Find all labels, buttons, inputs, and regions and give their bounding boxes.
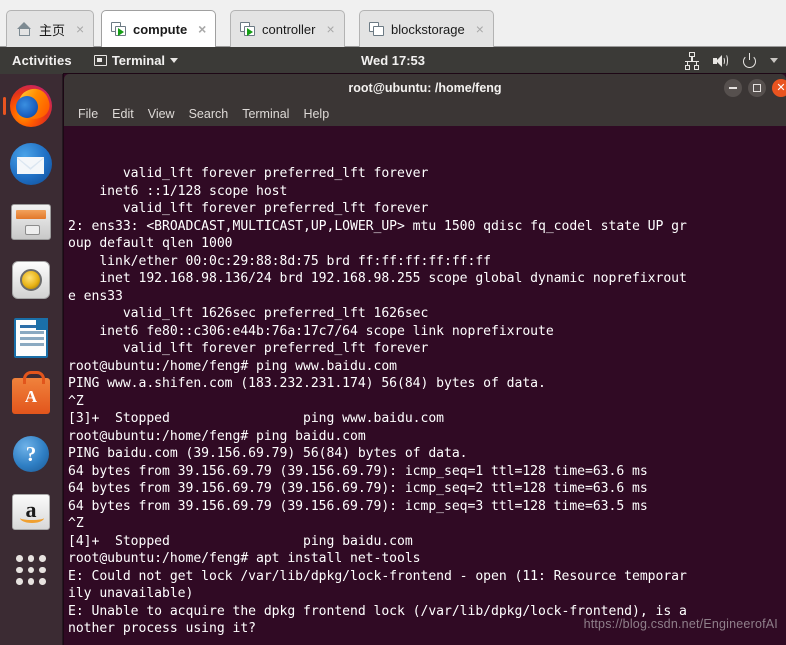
- terminal-line: valid_lft forever preferred_lft forever: [68, 166, 429, 181]
- terminal-line: 64 bytes from 39.156.69.79 (39.156.69.79…: [68, 481, 648, 496]
- chevron-down-icon: [170, 58, 179, 63]
- tab-close-blockstorage[interactable]: ×: [473, 22, 487, 36]
- rhythmbox-icon: [12, 261, 50, 299]
- terminal-line: e ens33: [68, 288, 123, 304]
- terminal-icon: [93, 55, 107, 66]
- minimize-button[interactable]: [724, 79, 742, 97]
- menu-edit[interactable]: Edit: [112, 107, 134, 121]
- thunderbird-icon: [10, 143, 52, 185]
- maximize-button[interactable]: [748, 79, 766, 97]
- terminal-scrollback: valid_lft forever preferred_lft forever …: [68, 165, 784, 638]
- terminal-line: inet6 fe80::c306:e44b:76a:17c7/64 scope …: [68, 323, 554, 339]
- dock-item-show-applications[interactable]: [7, 546, 55, 594]
- terminal-titlebar[interactable]: root@ubuntu: /home/feng ✕: [64, 74, 786, 102]
- menu-terminal[interactable]: Terminal: [242, 107, 289, 121]
- tab-label-blockstorage: blockstorage: [391, 21, 465, 37]
- app-grid-icon: [16, 555, 46, 585]
- terminal-window: root@ubuntu: /home/feng ✕ File Edit View…: [64, 74, 786, 645]
- menu-help[interactable]: Help: [303, 107, 329, 121]
- terminal-line: [3]+ Stopped ping www.baidu.com: [68, 411, 444, 426]
- tab-label-home: 主页: [39, 22, 66, 38]
- vm-running-icon: [111, 21, 127, 37]
- vmware-tab-strip: 主页 × compute × controller × blockstorage…: [0, 0, 786, 47]
- dock-item-firefox[interactable]: [7, 82, 55, 130]
- close-button[interactable]: ✕: [772, 79, 786, 97]
- terminal-line: root@ubuntu:/home/feng# ping baidu.com: [68, 428, 366, 444]
- terminal-line: inet6 ::1/128 scope host: [68, 183, 288, 199]
- terminal-line: PING www.a.shifen.com (183.232.231.174) …: [68, 376, 546, 391]
- libreoffice-writer-icon: [14, 318, 48, 358]
- volume-icon[interactable]: [712, 52, 730, 70]
- tab-close-controller[interactable]: ×: [323, 22, 337, 36]
- terminal-line: root@ubuntu:/home/feng# ping www.baidu.c…: [68, 358, 397, 374]
- network-wired-icon[interactable]: [683, 51, 701, 70]
- menu-view[interactable]: View: [148, 107, 175, 121]
- dock-item-ubuntu-software[interactable]: A: [7, 371, 55, 420]
- gnome-top-bar: Activities Terminal Wed 17:53: [0, 47, 786, 74]
- terminal-line: E: Could not get lock /var/lib/dpkg/lock…: [68, 568, 687, 584]
- tab-home[interactable]: 主页 ×: [6, 10, 95, 47]
- terminal-menubar: File Edit View Search Terminal Help: [64, 102, 786, 126]
- terminal-line: root@ubuntu:/home/feng# apt install net-…: [68, 551, 421, 566]
- terminal-title: root@ubuntu: /home/feng: [348, 81, 502, 95]
- firefox-icon: [10, 85, 52, 127]
- dock-item-files[interactable]: [7, 198, 55, 246]
- terminal-line: valid_lft 1626sec preferred_lft 1626sec: [68, 306, 429, 321]
- tabstrip-filler: [0, 0, 786, 10]
- dock-item-amazon[interactable]: a: [7, 488, 55, 536]
- tab-label-controller: controller: [262, 21, 316, 37]
- menu-file[interactable]: File: [78, 107, 98, 121]
- terminal-output[interactable]: valid_lft forever preferred_lft forever …: [64, 126, 786, 645]
- terminal-line: valid_lft forever preferred_lft forever: [68, 341, 429, 356]
- tab-blockstorage[interactable]: blockstorage ×: [359, 10, 494, 47]
- menu-search[interactable]: Search: [189, 107, 229, 121]
- window-controls: ✕: [724, 79, 786, 97]
- terminal-line: valid_lft forever preferred_lft forever: [68, 201, 429, 216]
- vm-stopped-icon: [369, 21, 385, 37]
- ubuntu-dock: A ? a: [0, 74, 63, 645]
- tab-compute[interactable]: compute ×: [101, 10, 217, 47]
- terminal-line: inet 192.168.98.136/24 brd 192.168.98.25…: [68, 271, 687, 286]
- tab-controller[interactable]: controller ×: [230, 10, 345, 47]
- tab-close-home[interactable]: ×: [73, 22, 87, 36]
- terminal-line: ily unavailable): [68, 586, 194, 601]
- dock-item-thunderbird[interactable]: [7, 140, 55, 188]
- amazon-icon: a: [12, 494, 50, 530]
- files-icon: [11, 204, 51, 240]
- dock-item-rhythmbox[interactable]: [7, 256, 55, 304]
- terminal-line: ^Z: [68, 516, 84, 531]
- terminal-line: PING baidu.com (39.156.69.79) 56(84) byt…: [68, 446, 468, 461]
- system-tray[interactable]: [683, 51, 778, 70]
- home-icon: [16, 21, 33, 37]
- help-icon: ?: [13, 436, 49, 472]
- watermark: https://blog.csdn.net/EngineerofAI: [583, 616, 778, 631]
- tab-label-compute: compute: [133, 21, 188, 37]
- app-menu-label: Terminal: [111, 53, 166, 68]
- terminal-line: ^Z: [68, 393, 84, 409]
- power-icon[interactable]: [741, 52, 759, 70]
- terminal-line: [4]+ Stopped ping baidu.com: [68, 533, 413, 549]
- terminal-line: oup default qlen 1000: [68, 236, 233, 251]
- app-menu-terminal[interactable]: Terminal: [93, 53, 179, 68]
- terminal-line: 64 bytes from 39.156.69.79 (39.156.69.79…: [68, 498, 648, 514]
- activities-button[interactable]: Activities: [12, 53, 72, 68]
- dock-item-help[interactable]: ?: [7, 430, 55, 478]
- terminal-line: 64 bytes from 39.156.69.79 (39.156.69.79…: [68, 463, 648, 479]
- tab-close-compute[interactable]: ×: [195, 22, 209, 36]
- chevron-down-icon[interactable]: [770, 58, 778, 63]
- vm-running-icon: [240, 21, 256, 37]
- ubuntu-software-icon: A: [12, 371, 50, 414]
- dock-item-libreoffice-writer[interactable]: [7, 314, 55, 362]
- terminal-line: link/ether 00:0c:29:88:8d:75 brd ff:ff:f…: [68, 253, 491, 269]
- terminal-line: 2: ens33: <BROADCAST,MULTICAST,UP,LOWER_…: [68, 218, 687, 234]
